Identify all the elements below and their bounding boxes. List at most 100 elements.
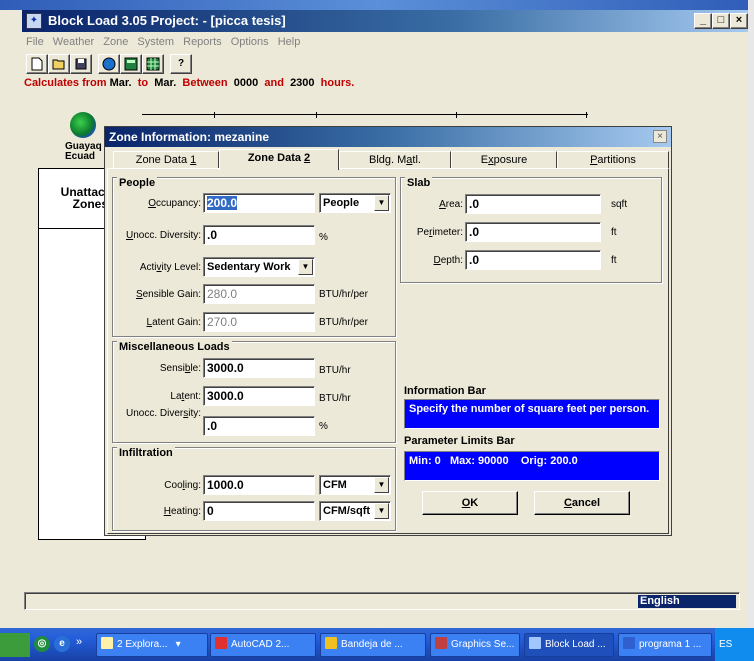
start-button[interactable] [0, 633, 30, 657]
weather-button[interactable] [98, 54, 120, 74]
menu-system[interactable]: System [137, 36, 174, 48]
status-bar [24, 592, 740, 610]
slab-perimeter-label: Perimeter: [416, 227, 463, 238]
slab-perimeter-unit: ft [611, 227, 617, 238]
task-bandeja[interactable]: Bandeja de ... [320, 633, 426, 657]
calc-to: Mar. [154, 77, 177, 89]
misc-latent-unit: BTU/hr [319, 393, 351, 404]
calc-and-word: and [264, 77, 284, 89]
status-language: English [638, 595, 736, 608]
parameter-limits-title: Parameter Limits Bar [404, 435, 515, 447]
save-button[interactable] [70, 54, 92, 74]
unocc-diversity-input[interactable]: .0 [203, 225, 315, 245]
calculate-button[interactable] [120, 54, 142, 74]
tab-zone-data-2[interactable]: Zone Data 2 [219, 149, 339, 170]
mail-icon [325, 637, 337, 649]
menu-file[interactable]: File [26, 36, 44, 48]
occupancy-label: Occupancy: [148, 198, 201, 209]
task-graphics[interactable]: Graphics Se... [430, 633, 520, 657]
chevron-down-icon[interactable]: ▼ [374, 195, 389, 211]
window-title: Block Load 3.05 Project: - [picca tesis] [22, 10, 748, 32]
infiltration-group: Infiltration Cooling: 1000.0 CFM ▼ Heatin… [112, 447, 396, 531]
tab-bldg-matl[interactable]: Bldg. Matl. [339, 151, 451, 169]
background-window-edge [748, 0, 754, 628]
menu-weather[interactable]: Weather [53, 36, 94, 48]
menu-help[interactable]: Help [278, 36, 301, 48]
chevron-down-icon[interactable]: ▼ [298, 259, 313, 275]
app-icon: ✦ [26, 13, 42, 29]
tab-partitions[interactable]: Partitions [557, 151, 669, 169]
cancel-button[interactable]: Cancel [534, 491, 630, 515]
maximize-button[interactable]: □ [712, 13, 730, 29]
location-globe-icon[interactable] [70, 112, 96, 138]
ie-icon[interactable]: e [54, 636, 70, 652]
calc-start: 0000 [233, 77, 259, 89]
location-country: Ecuad [65, 151, 96, 162]
calc-from: Mar. [109, 77, 132, 89]
new-button[interactable] [26, 54, 48, 74]
cooling-label: Cooling: [164, 480, 201, 491]
calc-end: 2300 [290, 77, 315, 89]
open-button[interactable] [48, 54, 70, 74]
occupancy-input[interactable]: 200.0 [203, 193, 315, 213]
tab-exposure[interactable]: Exposure [451, 151, 557, 169]
activity-level-select[interactable]: Sedentary Work ▼ [203, 257, 315, 277]
dropdown-icon: ▾ [175, 639, 181, 650]
desktop-icon[interactable]: ◎ [34, 636, 50, 652]
task-block-load[interactable]: Block Load ... [524, 633, 614, 657]
heating-label: Heating: [163, 506, 201, 517]
grid-button[interactable] [142, 54, 164, 74]
misc-unocc-diversity-input[interactable]: .0 [203, 416, 315, 436]
unocc-diversity-label: Unocc. Diversity: [125, 230, 201, 241]
calc-prefix: Calculates from [24, 77, 107, 89]
task-programa[interactable]: programa 1 ... [618, 633, 712, 657]
misc-latent-label: Latent: [170, 391, 201, 402]
chevron-down-icon[interactable]: ▼ [374, 477, 389, 493]
misc-sensible-input[interactable]: 3000.0 [203, 358, 315, 378]
misc-loads-title: Miscellaneous Loads [117, 341, 232, 353]
occupancy-unit-select[interactable]: People ▼ [319, 193, 391, 213]
slab-depth-input[interactable]: .0 [465, 250, 601, 270]
menu-reports[interactable]: Reports [183, 36, 222, 48]
ok-button[interactable]: OK [422, 491, 518, 515]
help-icon: ? [177, 58, 185, 69]
globe-icon [102, 57, 116, 71]
dialog-title: Zone Information: mezanine [105, 127, 671, 147]
sensible-gain-unit: BTU/hr/per [319, 289, 368, 300]
help-button[interactable]: ? [170, 54, 192, 74]
people-group: People Occupancy: 200.0 People ▼ Unocc. D… [112, 177, 396, 337]
task-autocad[interactable]: AutoCAD 2... [210, 633, 316, 657]
word-icon [623, 637, 635, 649]
parameter-limits-bar: Min: 0 Max: 90000 Orig: 200.0 [404, 451, 660, 481]
heating-unit-select[interactable]: CFM/sqft ▼ [319, 501, 391, 521]
slab-perimeter-input[interactable]: .0 [465, 222, 601, 242]
slab-area-label: Area: [439, 199, 463, 210]
task-explorer[interactable]: 2 Explora... ▾ [96, 633, 208, 657]
system-tray[interactable]: ES [715, 628, 754, 661]
dialog-close-button[interactable]: × [653, 130, 667, 143]
close-button[interactable]: × [730, 13, 748, 29]
slab-title: Slab [405, 177, 433, 189]
cooling-unit-select[interactable]: CFM ▼ [319, 475, 391, 495]
menu-options[interactable]: Options [231, 36, 269, 48]
tab-zone-data-1[interactable]: Zone Data 1 [113, 151, 219, 169]
chevron-right-icon[interactable]: » [76, 636, 82, 648]
location-label: Guayaq Ecuad [65, 142, 102, 162]
misc-sensible-label: Sensible: [159, 363, 201, 374]
calc-hours-word: hours. [320, 77, 355, 89]
minimize-button[interactable]: _ [694, 13, 712, 29]
misc-unocc-diversity-label: Unocc. Diversity: [125, 408, 201, 419]
calc-between-word: Between [182, 77, 228, 89]
menu-zone[interactable]: Zone [103, 36, 128, 48]
project-tree-line [142, 112, 588, 118]
graphics-icon [435, 637, 447, 649]
slab-area-input[interactable]: .0 [465, 194, 601, 214]
zone-information-dialog: Zone Information: mezanine × Zone Data 1… [104, 126, 672, 536]
latent-gain-input: 270.0 [203, 312, 315, 332]
heating-input[interactable]: 0 [203, 501, 315, 521]
information-bar-title: Information Bar [404, 385, 486, 397]
open-icon [52, 59, 65, 70]
cooling-input[interactable]: 1000.0 [203, 475, 315, 495]
chevron-down-icon[interactable]: ▼ [374, 503, 389, 519]
misc-latent-input[interactable]: 3000.0 [203, 386, 315, 406]
